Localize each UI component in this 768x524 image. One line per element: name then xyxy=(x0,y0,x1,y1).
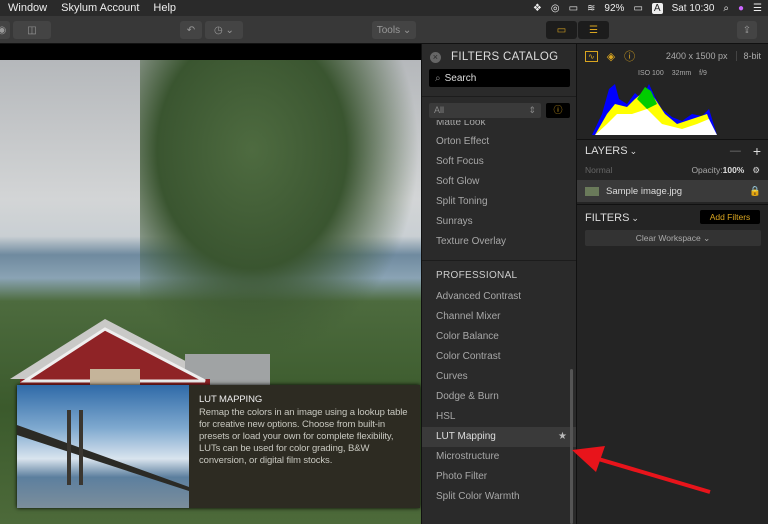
compare-icon: ◫ xyxy=(27,24,37,36)
filmstrip-button[interactable]: ▭ xyxy=(546,21,577,39)
blend-mode-select[interactable]: Normal xyxy=(585,165,612,176)
wifi-icon[interactable]: ≋ xyxy=(587,3,595,14)
tools-button[interactable]: Tools ⌄ xyxy=(372,21,416,39)
input-source[interactable]: A xyxy=(651,2,663,14)
preview-eye-button[interactable]: ◉ xyxy=(0,21,10,39)
exif-focal: 32mm xyxy=(671,70,692,77)
filter-item[interactable]: Color Balance xyxy=(422,327,577,347)
updown-icon: ⇕ xyxy=(528,105,536,115)
filmstrip-icon: ▭ xyxy=(556,24,567,36)
category-value: All xyxy=(434,105,445,115)
search-input[interactable]: ⌕ Search xyxy=(429,69,570,87)
opacity-label: Opacity: xyxy=(691,165,723,175)
filter-item[interactable]: Sunrays xyxy=(422,212,577,232)
dropbox-icon[interactable]: ❖ xyxy=(533,3,542,14)
close-catalog-button[interactable]: × xyxy=(430,51,441,63)
share-icon: ⇪ xyxy=(742,24,752,36)
gear-icon[interactable]: ⚙ xyxy=(752,165,760,176)
filter-item[interactable]: Split Color Warmth xyxy=(422,487,577,507)
clock[interactable]: Sat 10:30 xyxy=(672,3,715,14)
battery-percent: 92% xyxy=(604,2,625,14)
image-dimensions: 2400 x 1500 px xyxy=(665,51,728,61)
info-icon: ⓘ xyxy=(553,105,563,115)
exif-iso: ISO 100 xyxy=(638,70,664,77)
tooltip-title: LUT MAPPING xyxy=(199,394,263,405)
sliders-icon: ☰ xyxy=(589,24,598,36)
category-select[interactable]: All ⇕ xyxy=(429,103,541,118)
history-button[interactable]: ◷ ⌄ xyxy=(205,21,243,39)
lock-icon[interactable]: 🔒 xyxy=(749,186,761,197)
filters-title[interactable]: FILTERS xyxy=(585,212,629,224)
filter-item[interactable]: Advanced Contrast xyxy=(422,287,577,307)
layer-row[interactable]: Sample image.jpg 🔒 xyxy=(577,180,768,202)
histogram-icon[interactable]: ∿ xyxy=(585,50,598,62)
filter-item[interactable]: Curves xyxy=(422,367,577,387)
menu-window[interactable]: Window xyxy=(8,2,47,14)
filter-list: Matte Look Orton Effect Soft Focus Soft … xyxy=(422,120,577,524)
menu-help[interactable]: Help xyxy=(153,2,176,14)
layer-thumbnail xyxy=(585,186,599,196)
siri-icon[interactable]: ● xyxy=(738,3,744,14)
filter-item[interactable]: HSL xyxy=(422,407,577,427)
search-placeholder: Search xyxy=(444,72,477,84)
menu-bar: Window Skylum Account Help ❖ ◎ ▭ ≋ 92% ▭… xyxy=(0,0,768,16)
undo-button[interactable]: ↶ xyxy=(180,21,202,39)
opacity-value[interactable]: 100% xyxy=(723,165,745,176)
toolbar: ◉ ◫ ↶ ◷ ⌄ Tools ⌄ ▭ ☰ ⇪ xyxy=(0,16,768,44)
menu-skylum-account[interactable]: Skylum Account xyxy=(61,2,139,14)
search-icon: ⌕ xyxy=(435,72,441,84)
info-button[interactable]: ⓘ xyxy=(546,103,570,118)
add-filters-button[interactable]: Add Filters xyxy=(700,210,760,224)
undo-icon: ↶ xyxy=(186,24,196,36)
section-professional: PROFESSIONAL xyxy=(436,270,518,281)
layer-name: Sample image.jpg xyxy=(606,185,683,197)
filters-catalog-panel: × FILTERS CATALOG ⌕ Search All ⇕ ⓘ Matte … xyxy=(421,44,577,524)
remove-layer-button[interactable]: — xyxy=(730,145,741,157)
layers-icon[interactable]: ◈ xyxy=(607,50,615,63)
filter-item[interactable]: Dodge & Burn xyxy=(422,387,577,407)
catalog-scrollbar[interactable] xyxy=(570,369,573,524)
clock-icon: ◷ ⌄ xyxy=(214,24,234,36)
exif-aperture: f/9 xyxy=(699,70,707,77)
right-panel: ∿ ◈ ⓘ 2400 x 1500 px 8-bit ISO 100 32mm … xyxy=(576,44,768,524)
filter-item-lut-mapping[interactable]: LUT Mapping ★ xyxy=(422,427,577,447)
airplay-icon[interactable]: ▭ xyxy=(569,3,578,14)
filter-item[interactable]: Split Toning xyxy=(422,192,577,212)
compare-button[interactable]: ◫ xyxy=(13,21,51,39)
layers-title[interactable]: LAYERS xyxy=(585,145,628,157)
tooltip-description: Remap the colors in an image using a loo… xyxy=(199,407,408,466)
creative-cloud-icon[interactable]: ◎ xyxy=(551,3,560,14)
notification-center-icon[interactable]: ☰ xyxy=(753,3,762,14)
filter-item[interactable]: Soft Glow xyxy=(422,172,577,192)
info-icon[interactable]: ⓘ xyxy=(624,48,635,64)
spotlight-icon[interactable]: ⌕ xyxy=(723,3,729,14)
filter-item[interactable]: Photo Filter xyxy=(422,467,577,487)
filter-item[interactable]: Texture Overlay xyxy=(422,232,577,252)
chevron-down-icon: ⌄ xyxy=(631,212,639,223)
star-icon[interactable]: ★ xyxy=(558,427,567,447)
image-canvas[interactable]: LUT MAPPING Remap the colors in an image… xyxy=(0,44,421,524)
filter-item[interactable]: Channel Mixer xyxy=(422,307,577,327)
share-button[interactable]: ⇪ xyxy=(737,21,757,39)
chevron-down-icon: ⌄ xyxy=(629,145,638,156)
clear-workspace-button[interactable]: Clear Workspace ⌄ xyxy=(585,230,761,246)
histogram xyxy=(592,84,717,135)
add-layer-button[interactable]: + xyxy=(753,143,761,159)
battery-icon[interactable]: ▭ xyxy=(633,3,642,14)
filter-tooltip: LUT MAPPING Remap the colors in an image… xyxy=(17,385,420,508)
catalog-title: FILTERS CATALOG xyxy=(451,51,559,63)
filter-item[interactable]: Soft Focus xyxy=(422,152,577,172)
bit-depth: 8-bit xyxy=(736,51,768,61)
tooltip-preview-image xyxy=(17,385,189,508)
filter-item[interactable]: Matte Look xyxy=(422,120,577,132)
filter-label: LUT Mapping xyxy=(436,431,496,442)
photo-trees xyxy=(140,60,420,360)
filter-item[interactable]: Microstructure xyxy=(422,447,577,467)
filter-item[interactable]: Color Contrast xyxy=(422,347,577,367)
filter-item[interactable]: Orton Effect xyxy=(422,132,577,152)
adjustments-panel-button[interactable]: ☰ xyxy=(578,21,609,39)
